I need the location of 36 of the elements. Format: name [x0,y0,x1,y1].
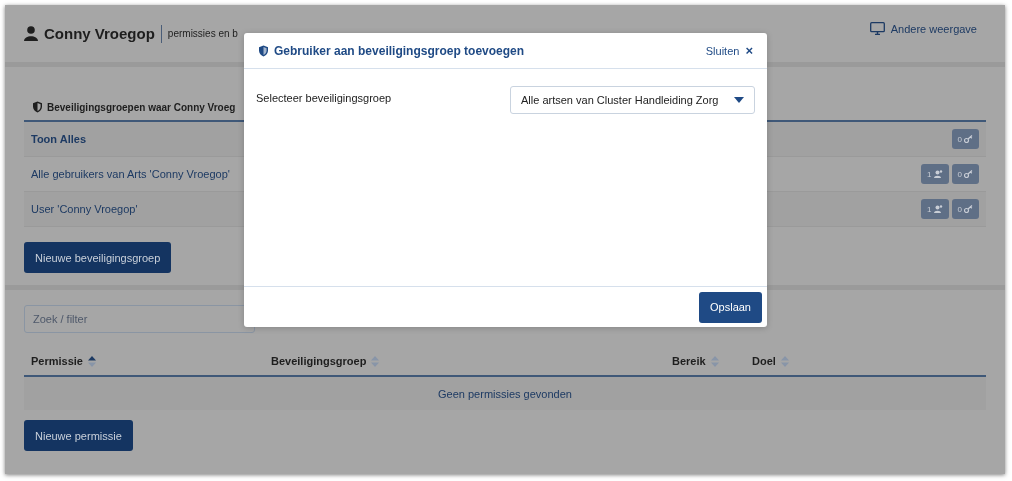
new-group-button[interactable]: Nieuwe beveiligingsgroep [24,242,172,273]
key-icon [964,205,973,213]
view-switch-link[interactable]: Andere weergave [869,22,977,35]
count-badge[interactable]: 0 [951,164,979,184]
caret-icon [734,97,744,103]
section-title: Beveiligingsgroepen waar Conny Vroeg [47,101,236,113]
field-label: Selecteer beveiligingsgroep [256,91,392,104]
monitor-icon [869,22,885,35]
modal-title: Gebruiker aan beveiligingsgroep toevoegen [274,43,525,58]
group-select[interactable]: Alle artsen van Cluster Handleiding Zorg [510,86,755,114]
new-permission-button[interactable]: Nieuwe permissie [24,420,133,451]
save-button[interactable]: Opslaan [699,291,762,323]
search-field[interactable]: Zoek / filter [24,305,255,333]
close-button[interactable]: Sluiten × [705,43,753,58]
users-icon [933,170,943,178]
users-icon [933,205,943,213]
count-badge[interactable]: 0 [951,129,979,149]
count-badge[interactable]: 1 [921,199,949,219]
column-header[interactable]: Beveiligingsgroep [271,355,367,367]
key-icon [964,170,973,178]
user-icon [24,26,38,41]
group-link[interactable]: Alle gebruikers van Arts 'Conny Vroegop' [31,168,230,180]
column-header[interactable]: Bereik [672,355,706,367]
key-icon [964,135,973,143]
page-subtitle: permissies en b [167,28,238,39]
group-link[interactable]: User 'Conny Vroegop' [31,203,138,215]
user-name: Conny Vroegop [44,25,155,42]
sort-icon[interactable] [88,355,96,367]
count-badge[interactable]: 0 [951,199,979,219]
count-badge[interactable]: 1 [921,164,949,184]
empty-message: Geen permissies gevonden [438,387,572,400]
shield-icon [32,101,43,113]
shield-icon [258,44,269,57]
group-link[interactable]: Toon Alles [31,133,86,145]
column-header[interactable]: Doel [752,355,776,367]
column-header[interactable]: Permissie [31,355,83,367]
